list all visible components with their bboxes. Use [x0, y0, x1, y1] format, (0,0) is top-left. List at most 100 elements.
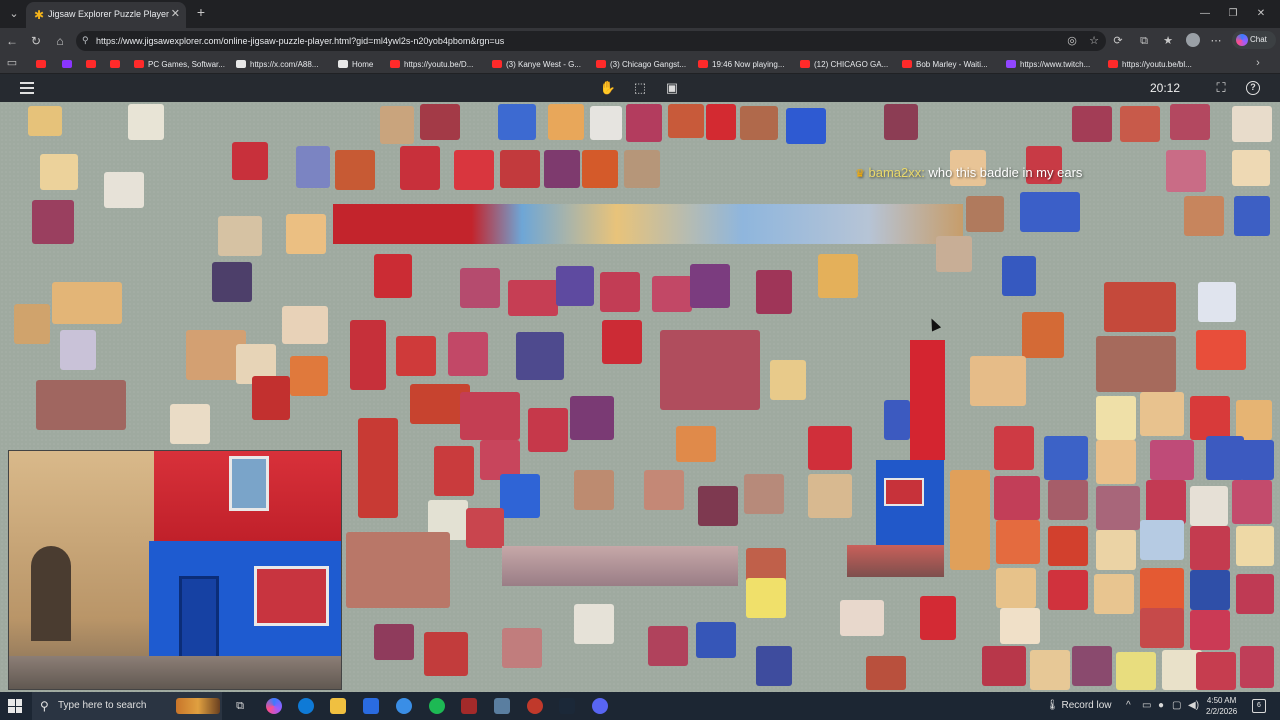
bookmark-item[interactable]: [62, 58, 76, 71]
favorite-star-icon[interactable]: ☆: [1086, 33, 1102, 49]
windows-start-icon[interactable]: [8, 699, 22, 713]
puzzle-piece[interactable]: [1206, 436, 1244, 480]
puzzle-piece[interactable]: [52, 282, 122, 324]
puzzle-piece[interactable]: [40, 154, 78, 190]
winrar-icon[interactable]: [461, 698, 477, 714]
puzzle-piece[interactable]: [698, 486, 738, 526]
puzzle-piece[interactable]: [696, 622, 736, 658]
puzzle-piece[interactable]: [1234, 196, 1270, 236]
bookmark-item[interactable]: [110, 58, 124, 71]
bookmark-item[interactable]: https://youtu.be/bl...: [1108, 58, 1192, 71]
minimize-icon[interactable]: —: [1196, 5, 1214, 23]
puzzle-piece[interactable]: [374, 254, 412, 298]
puzzle-piece[interactable]: [1170, 104, 1210, 140]
puzzle-piece[interactable]: [1240, 646, 1274, 688]
puzzle-piece[interactable]: [460, 268, 500, 308]
puzzle-piece[interactable]: [966, 196, 1004, 232]
puzzle-piece[interactable]: [556, 266, 594, 306]
puzzle-piece[interactable]: [574, 604, 614, 644]
weather-widget[interactable]: 🌡 Record low: [1046, 700, 1112, 711]
site-info-icon[interactable]: ⚲: [82, 35, 89, 46]
assembled-sky-strip[interactable]: [333, 204, 963, 244]
puzzle-piece[interactable]: [676, 426, 716, 462]
puzzle-piece[interactable]: [950, 470, 990, 570]
puzzle-piece[interactable]: [1072, 646, 1112, 686]
puzzle-piece[interactable]: [690, 264, 730, 308]
steam-icon[interactable]: [559, 698, 575, 714]
puzzle-piece[interactable]: [1190, 486, 1228, 526]
puzzle-piece[interactable]: [454, 150, 494, 190]
hand-pan-icon[interactable]: ✋: [599, 79, 617, 97]
puzzle-piece[interactable]: [1232, 480, 1272, 524]
puzzle-piece[interactable]: [1140, 608, 1184, 648]
puzzle-piece[interactable]: [1140, 520, 1184, 560]
puzzle-piece[interactable]: [516, 332, 564, 380]
display-icon[interactable]: ▢: [1172, 700, 1181, 711]
sidebar-toggle-icon[interactable]: ▭: [4, 55, 20, 71]
puzzle-piece[interactable]: [818, 254, 858, 298]
puzzle-piece[interactable]: [296, 146, 330, 188]
puzzle-piece[interactable]: [808, 474, 852, 518]
puzzle-piece[interactable]: [1048, 570, 1088, 610]
puzzle-piece[interactable]: [570, 396, 614, 440]
puzzle-piece[interactable]: [1096, 440, 1136, 484]
puzzle-piece[interactable]: [1048, 526, 1088, 566]
puzzle-piece[interactable]: [424, 632, 468, 676]
restore-icon[interactable]: ❐: [1224, 5, 1242, 23]
puzzle-piece[interactable]: [1240, 440, 1274, 480]
puzzle-piece[interactable]: [544, 150, 580, 188]
puzzle-piece[interactable]: [335, 150, 375, 190]
puzzle-piece[interactable]: [1020, 192, 1080, 232]
puzzle-piece[interactable]: [460, 392, 520, 440]
edge-icon[interactable]: [298, 698, 314, 714]
assembled-red-wall-chunk[interactable]: [910, 340, 945, 460]
puzzle-piece[interactable]: [1190, 610, 1230, 650]
puzzle-piece[interactable]: [626, 104, 662, 142]
puzzle-piece[interactable]: [498, 104, 536, 140]
obs-icon[interactable]: [527, 698, 543, 714]
puzzle-piece[interactable]: [1236, 400, 1272, 440]
puzzle-piece[interactable]: [500, 474, 540, 518]
puzzle-piece[interactable]: [1232, 106, 1272, 142]
puzzle-piece[interactable]: [420, 104, 460, 140]
bookmark-item[interactable]: (3) Chicago Gangst...: [596, 58, 686, 71]
puzzle-piece[interactable]: [502, 628, 542, 668]
puzzle-piece[interactable]: [434, 446, 474, 496]
puzzle-piece[interactable]: [1236, 526, 1274, 566]
bookmark-item[interactable]: https://youtu.be/D...: [390, 58, 473, 71]
puzzle-piece[interactable]: [374, 624, 414, 660]
tray-network-icon[interactable]: ▭: [1142, 700, 1151, 711]
books-widget-icon[interactable]: [176, 698, 220, 714]
image-preview-icon[interactable]: ▣: [663, 79, 681, 97]
puzzle-piece[interactable]: [218, 216, 262, 256]
puzzle-piece[interactable]: [1190, 570, 1230, 610]
puzzle-piece[interactable]: [756, 646, 792, 686]
puzzle-piece[interactable]: [884, 104, 918, 140]
puzzle-piece[interactable]: [286, 214, 326, 254]
puzzle-piece[interactable]: [104, 172, 144, 208]
puzzle-piece[interactable]: [232, 142, 268, 180]
puzzle-piece[interactable]: [252, 376, 290, 420]
puzzle-piece[interactable]: [996, 568, 1036, 608]
puzzle-piece[interactable]: [350, 320, 386, 390]
puzzle-piece[interactable]: [1184, 196, 1224, 236]
profile-avatar[interactable]: [1186, 33, 1200, 47]
bookmark-item[interactable]: Home: [338, 58, 373, 71]
puzzle-piece[interactable]: [994, 476, 1040, 520]
puzzle-piece[interactable]: [28, 106, 62, 136]
puzzle-piece[interactable]: [380, 106, 414, 144]
puzzle-piece[interactable]: [396, 336, 436, 376]
notepad-icon[interactable]: [494, 698, 510, 714]
puzzle-piece[interactable]: [744, 474, 784, 514]
puzzle-piece[interactable]: [1140, 568, 1184, 612]
puzzle-piece[interactable]: [884, 400, 910, 440]
assembled-cobblestone-chunk[interactable]: [502, 546, 738, 586]
puzzle-piece[interactable]: [1150, 440, 1194, 480]
puzzle-piece[interactable]: [1044, 436, 1088, 480]
puzzle-piece[interactable]: [548, 104, 584, 140]
microphone-icon[interactable]: ●: [1158, 700, 1164, 711]
puzzle-piece[interactable]: [786, 108, 826, 144]
puzzle-piece[interactable]: [866, 656, 906, 690]
puzzle-piece[interactable]: [1030, 650, 1070, 690]
fullscreen-icon[interactable]: ⛶: [1212, 79, 1230, 97]
